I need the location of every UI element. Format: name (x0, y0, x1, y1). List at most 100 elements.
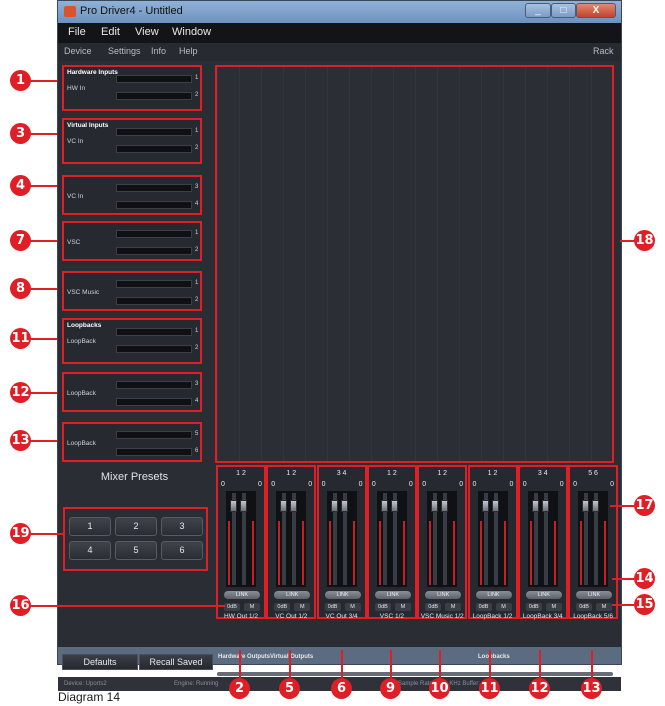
zero-db-button[interactable]: 0dB (576, 603, 593, 611)
zero-db-button[interactable]: 0dB (525, 603, 542, 611)
level-meter-bar (503, 521, 506, 585)
fader-knob[interactable] (531, 500, 539, 512)
fader-knob[interactable] (541, 500, 549, 512)
callout-line (30, 338, 57, 340)
fader-knob[interactable] (230, 500, 237, 512)
link-button[interactable]: LINK (576, 591, 613, 599)
level-meter-bar (402, 521, 405, 585)
app-icon (64, 6, 76, 17)
fader-knob[interactable] (340, 500, 348, 512)
level-meter (116, 345, 192, 353)
mute-button[interactable]: M (244, 603, 260, 611)
zero-db-button[interactable]: 0dB (475, 603, 492, 611)
strip-channels: 1 2 (437, 470, 448, 477)
preset-button-3[interactable]: 3 (161, 517, 203, 536)
fader-knob[interactable] (330, 500, 338, 512)
main-content: Hardware Inputs HW In 1 2 Virtual Inputs VC I… (58, 61, 621, 647)
routing-matrix[interactable] (215, 65, 614, 463)
maximize-button[interactable]: □ (551, 3, 576, 18)
preset-button-2[interactable]: 2 (115, 517, 157, 536)
minimize-button[interactable]: _ (525, 3, 551, 18)
channel-number: 2 (195, 247, 199, 253)
mute-button[interactable]: M (445, 603, 462, 611)
fader-knob[interactable] (290, 500, 298, 512)
callout-number: 5 (279, 678, 300, 699)
fader-knob[interactable] (380, 500, 388, 512)
callout-number: 11 (479, 678, 500, 699)
callout-line (390, 650, 392, 678)
link-button[interactable]: LINK (525, 591, 562, 599)
fader-knob[interactable] (491, 500, 499, 512)
diagram-caption: Diagram 14 (58, 690, 121, 704)
zero-db-button[interactable]: 0dB (224, 603, 240, 611)
tool-device[interactable]: Device (64, 46, 92, 56)
input-label: VC In (67, 193, 84, 200)
link-button[interactable]: LINK (475, 591, 512, 599)
link-button[interactable]: LINK (274, 591, 311, 599)
callout-number: 13 (581, 678, 602, 699)
input-group-header: Virtual Inputs (67, 122, 109, 129)
preset-button-5[interactable]: 5 (115, 541, 157, 560)
mute-button[interactable]: M (596, 603, 613, 611)
level-meter-bar (302, 521, 305, 585)
zero-db-button[interactable]: 0dB (374, 603, 391, 611)
strip-label: LoopBack 3/4 (522, 613, 563, 620)
mute-button[interactable]: M (294, 603, 311, 611)
preset-button-4[interactable]: 4 (69, 541, 111, 560)
tool-settings[interactable]: Settings (108, 46, 141, 56)
mute-button[interactable]: M (394, 603, 411, 611)
menu-edit[interactable]: Edit (101, 26, 120, 38)
level-meter (116, 92, 192, 100)
horizontal-scrollbar[interactable] (217, 672, 613, 676)
link-button[interactable]: LINK (374, 591, 411, 599)
level-meter (116, 247, 192, 255)
zero-right: 0 (408, 481, 413, 488)
preset-button-1[interactable]: 1 (69, 517, 111, 536)
zero-right: 0 (258, 481, 262, 488)
level-meter-bar (328, 521, 331, 585)
strip-label: VC Out 1/2 (275, 613, 308, 620)
recall-saved-button[interactable]: Recall Saved (139, 654, 213, 670)
fader-knob[interactable] (441, 500, 449, 512)
zero-db-button[interactable]: 0dB (425, 603, 442, 611)
fader-knob[interactable] (240, 500, 247, 512)
zero-db-button[interactable]: 0dB (274, 603, 291, 611)
level-meter (116, 230, 192, 238)
strip-channels: 1 2 (236, 470, 246, 477)
close-button[interactable]: X (576, 3, 616, 18)
tool-info[interactable]: Info (151, 46, 166, 56)
callout-line (489, 650, 491, 678)
zero-right: 0 (459, 481, 464, 488)
menu-window[interactable]: Window (172, 26, 211, 38)
output-strip: 3 4 0 0 LINK 0dB M VC Out 3/4 (316, 465, 367, 620)
zero-db-button[interactable]: 0dB (324, 603, 341, 611)
title-bar: Pro Driver4 - Untitled _ □ X (58, 1, 621, 23)
input-label: VSC Music (67, 289, 100, 296)
link-button[interactable]: LINK (425, 591, 462, 599)
link-button[interactable]: LINK (224, 591, 260, 599)
callout-number: 15 (634, 594, 655, 615)
tool-rack[interactable]: Rack (593, 46, 614, 56)
fader-knob[interactable] (280, 500, 288, 512)
mute-button[interactable]: M (495, 603, 512, 611)
strip-label: VSC Music 1/2 (420, 613, 464, 620)
fader-knob[interactable] (592, 500, 600, 512)
fader-knob[interactable] (390, 500, 398, 512)
preset-button-6[interactable]: 6 (161, 541, 203, 560)
strip-channels: 1 2 (487, 470, 498, 477)
fader-knob[interactable] (481, 500, 489, 512)
callout-line (30, 185, 57, 187)
tool-help[interactable]: Help (179, 46, 198, 56)
output-strip: 1 2 0 0 LINK 0dB M HW Out 1/2 (216, 465, 266, 620)
output-strip: 3 4 0 0 LINK 0dB M LoopBack 3/4 (517, 465, 568, 620)
menu-file[interactable]: File (68, 26, 86, 38)
fader-knob[interactable] (431, 500, 439, 512)
fader-knob[interactable] (582, 500, 590, 512)
mute-button[interactable]: M (545, 603, 562, 611)
mute-button[interactable]: M (344, 603, 361, 611)
defaults-button[interactable]: Defaults (62, 654, 138, 670)
input-label: LoopBack (67, 338, 96, 345)
menu-view[interactable]: View (135, 26, 159, 38)
strip-label: LoopBack 5/6 (573, 613, 613, 620)
link-button[interactable]: LINK (324, 591, 361, 599)
